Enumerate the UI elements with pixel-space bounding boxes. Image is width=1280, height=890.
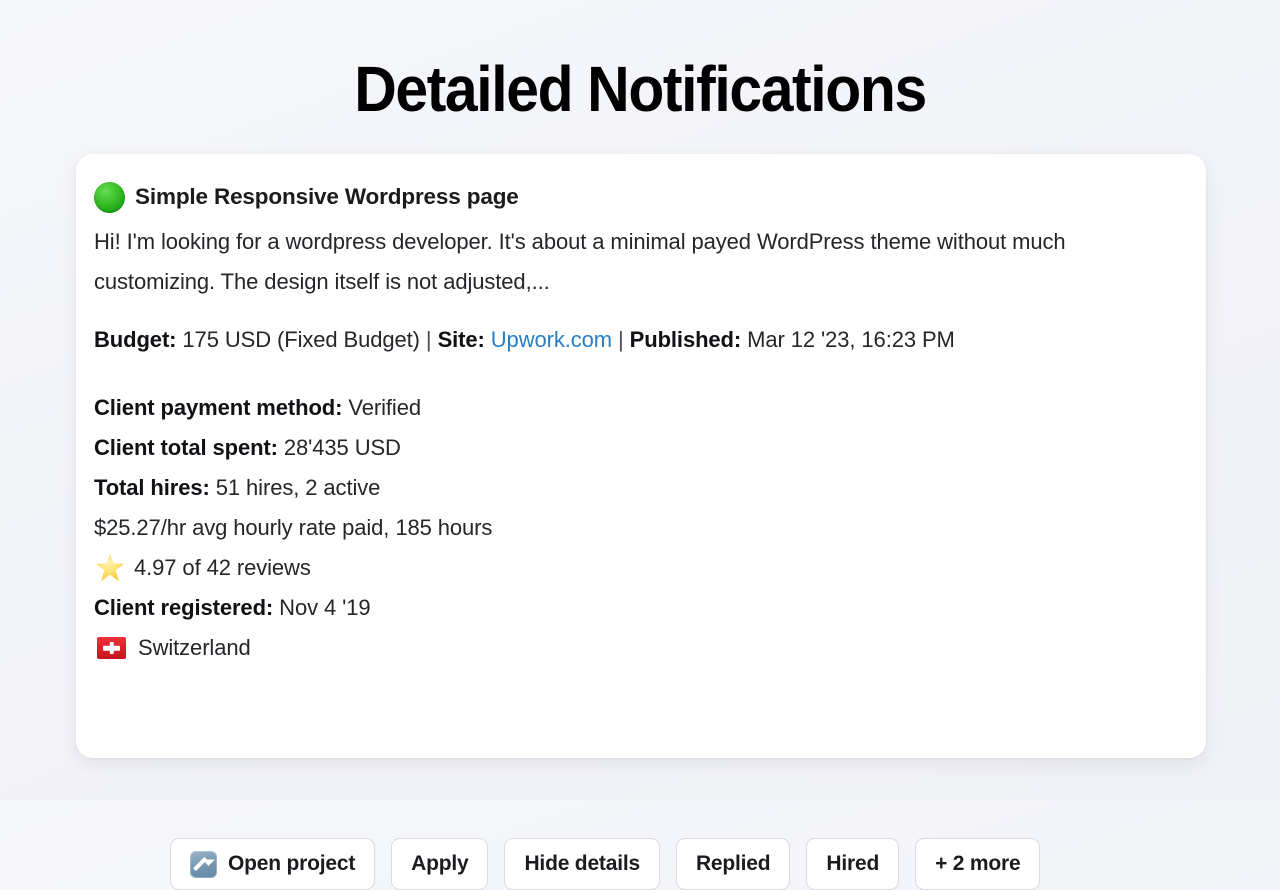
detail-value: 28'435 USD: [283, 435, 401, 460]
button-label: Hide details: [524, 852, 640, 875]
detail-row-rating: 4.97 of 42 reviews: [94, 548, 1206, 588]
hired-button[interactable]: Hired: [806, 838, 900, 890]
button-label: Apply: [411, 852, 469, 875]
green-circle-icon: [94, 181, 125, 213]
action-button-row: Open project Apply Hide details Replied …: [170, 838, 1041, 890]
hide-details-button[interactable]: Hide details: [504, 838, 660, 890]
job-description: Hi! I'm looking for a wordpress develope…: [94, 229, 1066, 294]
client-details: Client payment method: Verified Client t…: [94, 388, 1206, 668]
budget-value: 175 USD (Fixed Budget): [182, 327, 420, 352]
open-project-button[interactable]: Open project: [170, 838, 376, 890]
detail-value: 51 hires, 2 active: [215, 475, 381, 500]
button-label: Hired: [826, 852, 880, 875]
page-title: Detailed Notifications: [354, 53, 927, 125]
detail-row-country: Switzerland: [94, 628, 1206, 668]
button-label: Replied: [695, 852, 771, 875]
detail-label: Client payment method:: [94, 395, 343, 420]
button-label: Open project: [228, 852, 356, 875]
notification-header: Simple Responsive Wordpress page: [94, 180, 1206, 214]
detail-value: Switzerland: [138, 635, 251, 660]
more-actions-button[interactable]: + 2 more: [915, 838, 1041, 890]
detail-label: Total hires:: [94, 475, 210, 500]
detail-value: Nov 4 '19: [279, 595, 371, 620]
apply-button[interactable]: Apply: [391, 838, 489, 890]
replied-button[interactable]: Replied: [675, 838, 791, 890]
detail-value: 4.97 of 42 reviews: [134, 555, 311, 580]
detail-value: $25.27/hr avg hourly rate paid, 185 hour…: [94, 515, 493, 540]
detail-row-total-spent: Client total spent: 28'435 USD: [94, 428, 1206, 468]
detail-row-registered: Client registered: Nov 4 '19: [94, 588, 1206, 628]
detail-row-payment-method: Client payment method: Verified: [94, 388, 1206, 428]
detail-row-hourly-rate: $25.27/hr avg hourly rate paid, 185 hour…: [94, 508, 1206, 548]
notification-card: Simple Responsive Wordpress page Hi! I'm…: [76, 154, 1206, 890]
star-icon: [95, 553, 125, 582]
detail-label: Client registered:: [94, 595, 274, 620]
external-link-icon: [190, 850, 217, 878]
site-link[interactable]: Upwork.com: [491, 327, 612, 352]
job-title: Simple Responsive Wordpress page: [135, 184, 519, 209]
detail-row-total-hires: Total hires: 51 hires, 2 active: [94, 468, 1206, 508]
published-value: Mar 12 '23, 16:23 PM: [747, 327, 955, 352]
published-label: Published:: [629, 327, 742, 352]
detail-value: Verified: [348, 395, 421, 420]
button-label: + 2 more: [935, 852, 1021, 875]
budget-label: Budget:: [94, 327, 177, 352]
swiss-flag-icon: [97, 637, 126, 659]
job-meta-line: Budget: 175 USD (Fixed Budget) | Site: U…: [94, 326, 1206, 354]
site-label: Site:: [437, 327, 485, 352]
detail-label: Client total spent:: [94, 435, 278, 460]
